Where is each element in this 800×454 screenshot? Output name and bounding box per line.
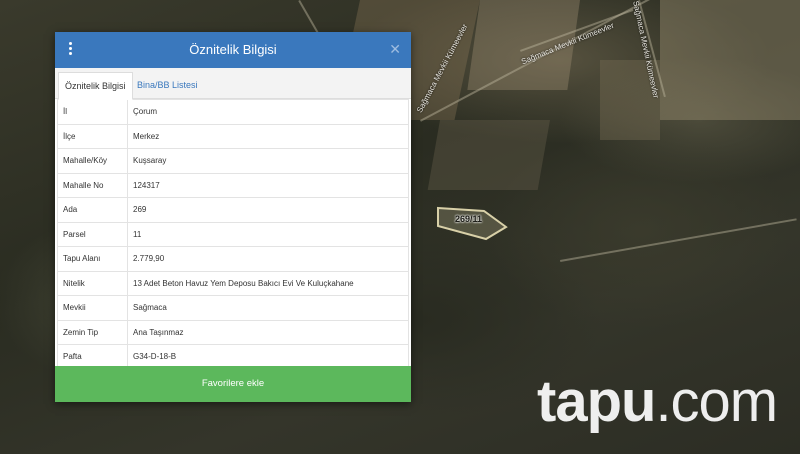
attribute-key: Zemin Tip [57, 319, 128, 345]
attribute-value: Merkez [127, 123, 409, 149]
attribute-value: 124317 [127, 172, 409, 198]
tab-building-list[interactable]: Bina/BB Listesi [131, 72, 204, 98]
parcel-label: 269/11 [455, 214, 483, 224]
table-row: Nitelik 13 Adet Beton Havuz Yem Deposu Ba… [57, 270, 409, 296]
watermark-suffix: .com [655, 369, 778, 434]
dialog-title: Öznitelik Bilgisi [189, 42, 277, 57]
attribute-value: Çorum [127, 99, 409, 125]
add-to-favorites-button[interactable]: Favorilere ekle [55, 366, 411, 402]
attribute-key: Parsel [57, 221, 128, 247]
attribute-value: Kuşsaray [127, 148, 409, 174]
attribute-key: İl [57, 99, 128, 125]
attribute-key: Mahalle/Köy [57, 148, 128, 174]
watermark-brand: tapu [537, 369, 656, 434]
field-patch [660, 0, 800, 120]
attribute-value: 11 [127, 221, 409, 247]
attribute-dialog: Öznitelik Bilgisi ✕ Öznitelik Bilgisi Bi… [55, 32, 411, 402]
road [560, 218, 797, 262]
table-row: Ada 269 [57, 197, 409, 223]
tab-bar: Öznitelik Bilgisi Bina/BB Listesi [55, 68, 411, 100]
table-row: Zemin Tip Ana Taşınmaz [57, 319, 409, 345]
table-row: Mevkii Sağmaca [57, 295, 409, 321]
attribute-key: Mevkii [57, 295, 128, 321]
attribute-key: Tapu Alanı [57, 246, 128, 272]
attribute-value: 13 Adet Beton Havuz Yem Deposu Bakıcı Ev… [127, 270, 409, 296]
attribute-value: 269 [127, 197, 409, 223]
table-row: Mahalle/Köy Kuşsaray [57, 148, 409, 174]
attribute-key: Mahalle No [57, 172, 128, 198]
tab-attribute-info[interactable]: Öznitelik Bilgisi [58, 72, 133, 100]
table-row: Parsel 11 [57, 221, 409, 247]
table-row: Tapu Alanı 2.779,90 [57, 246, 409, 272]
table-row: Mahalle No 124317 [57, 172, 409, 198]
attribute-value: Sağmaca [127, 295, 409, 321]
dialog-header: Öznitelik Bilgisi ✕ [55, 32, 411, 68]
attribute-key: İlçe [57, 123, 128, 149]
table-row: İl Çorum [57, 99, 409, 125]
attribute-value: 2.779,90 [127, 246, 409, 272]
attribute-key: Nitelik [57, 270, 128, 296]
tapu-watermark: tapu.com [537, 368, 778, 435]
attribute-value: Ana Taşınmaz [127, 319, 409, 345]
close-icon[interactable]: ✕ [389, 41, 401, 58]
field-patch [427, 120, 550, 190]
attribute-table: İl Çorum İlçe Merkez Mahalle/Köy Kuşsaray Maha… [57, 99, 409, 370]
attribute-key: Ada [57, 197, 128, 223]
table-row: İlçe Merkez [57, 123, 409, 149]
